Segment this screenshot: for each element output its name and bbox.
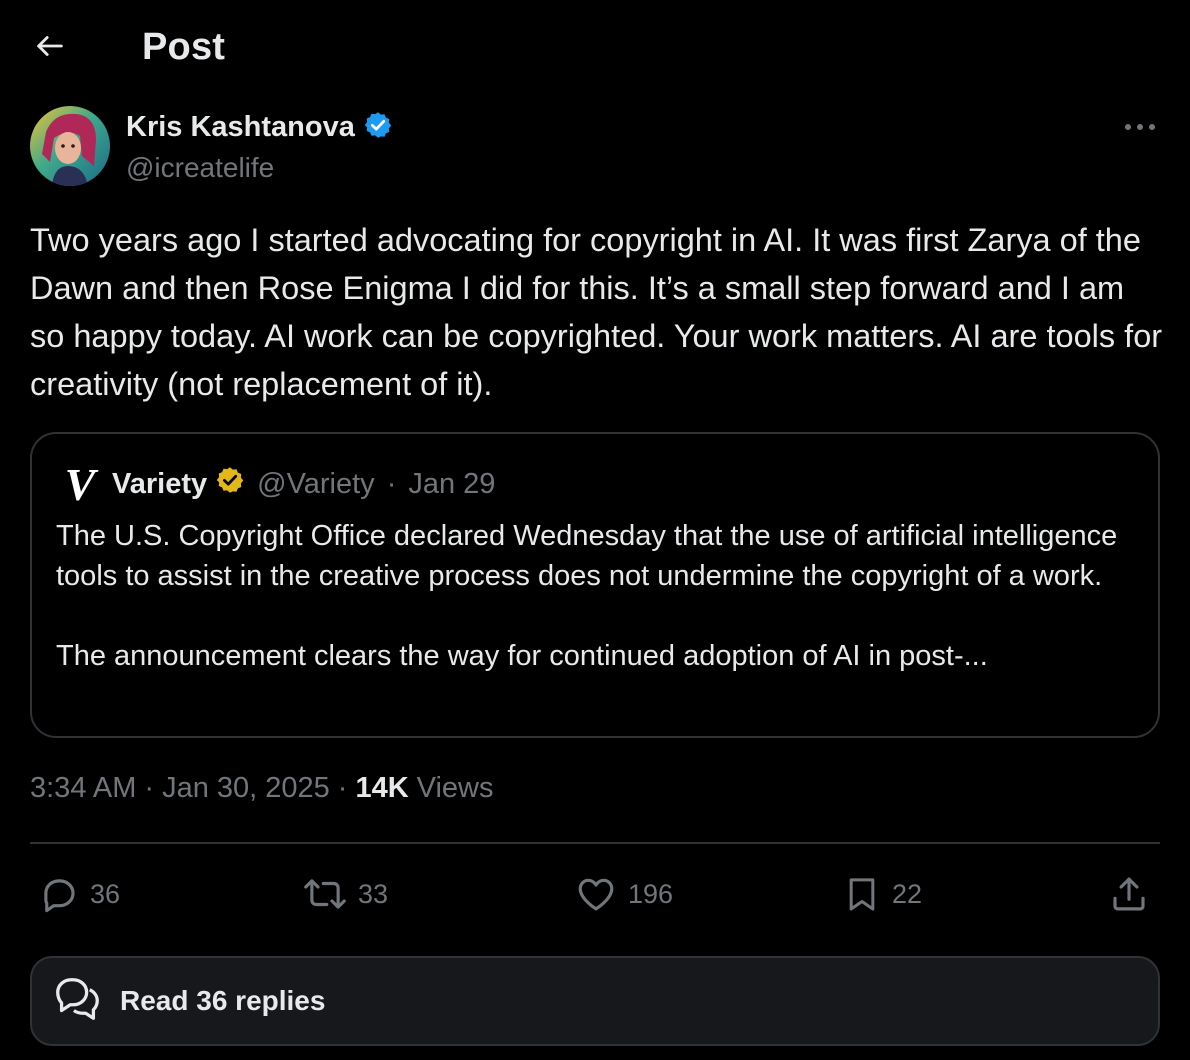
share-icon xyxy=(1108,873,1150,915)
svg-text:V: V xyxy=(65,460,99,508)
repost-count: 33 xyxy=(358,878,389,909)
reply-button[interactable]: 36 xyxy=(38,866,120,922)
bookmark-icon xyxy=(842,872,882,916)
author-handle[interactable]: @icreatelife xyxy=(126,152,274,184)
more-horizontal-icon xyxy=(1124,118,1156,136)
top-bar: Post xyxy=(0,0,1190,96)
speech-bubbles-icon xyxy=(50,972,104,1031)
verified-gold-badge-icon xyxy=(215,465,245,503)
views-label: Views xyxy=(416,772,494,804)
quoted-author-handle: @Variety xyxy=(257,467,375,500)
like-button[interactable]: 196 xyxy=(574,866,673,922)
quoted-post[interactable]: V Variety @Variety · Jan 29 The U.S. Cop… xyxy=(30,432,1160,738)
quoted-author-name: Variety xyxy=(112,467,208,500)
quoted-post-date: Jan 29 xyxy=(408,467,496,500)
reply-count: 36 xyxy=(90,878,121,909)
meta-separator: · xyxy=(144,772,155,804)
action-bar: 36 33 196 22 xyxy=(30,866,1160,922)
page-title: Post xyxy=(142,26,226,68)
author-name: Kris Kashtanova xyxy=(126,111,355,143)
back-button[interactable] xyxy=(30,28,70,68)
like-count: 196 xyxy=(628,878,674,909)
arrow-left-icon xyxy=(33,29,67,68)
quoted-post-text: The U.S. Copyright Office declared Wedne… xyxy=(56,520,1118,672)
post-meta: 3:34 AM · Jan 30, 2025 · 14K Views xyxy=(30,772,494,805)
read-replies-label: Read 36 replies xyxy=(120,985,326,1016)
more-options-button[interactable] xyxy=(1120,112,1160,142)
meta-separator-2: · xyxy=(337,772,348,804)
post-time[interactable]: 3:34 AM xyxy=(30,772,136,805)
read-replies-button[interactable]: Read 36 replies xyxy=(30,956,1160,1046)
like-icon xyxy=(574,873,618,915)
repost-icon xyxy=(302,873,348,915)
verified-badge-icon xyxy=(363,110,393,145)
bookmark-button[interactable]: 22 xyxy=(842,866,922,922)
views-count: 14K xyxy=(355,772,409,804)
author-name-link[interactable]: Kris Kashtanova xyxy=(126,110,393,145)
share-button[interactable] xyxy=(1108,866,1150,922)
post-author: Kris Kashtanova @icreatelife xyxy=(30,106,1160,190)
quoted-meta-separator: · xyxy=(386,467,397,500)
post-date[interactable]: Jan 30, 2025 xyxy=(162,772,330,805)
post-text: Two years ago I started advocating for c… xyxy=(30,222,1172,402)
avatar[interactable] xyxy=(30,106,110,186)
repost-button[interactable]: 33 xyxy=(302,866,388,922)
reply-icon xyxy=(38,873,80,915)
bookmark-count: 22 xyxy=(892,878,923,909)
variety-logo-icon: V xyxy=(56,460,104,508)
divider xyxy=(30,842,1160,844)
quoted-post-header: V Variety @Variety · Jan 29 xyxy=(56,460,495,508)
